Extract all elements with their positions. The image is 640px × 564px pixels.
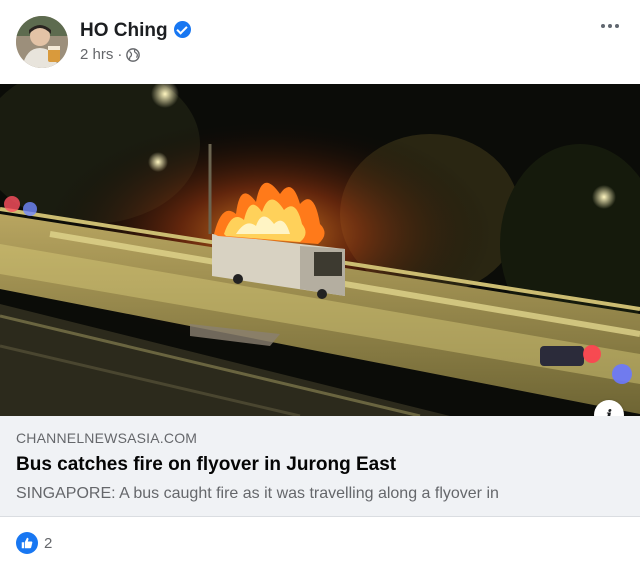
link-preview[interactable]: CHANNELNEWSASIA.COM Bus catches fire on … (0, 416, 640, 517)
link-title[interactable]: Bus catches fire on flyover in Jurong Ea… (16, 454, 396, 476)
more-dot (601, 24, 605, 28)
reaction-count[interactable]: 2 (44, 535, 52, 552)
link-domain: CHANNELNEWSASIA.COM (16, 430, 198, 446)
link-description: SINGAPORE: A bus caught fire as it was t… (16, 485, 499, 502)
globe-icon[interactable] (126, 47, 141, 62)
more-options-icon[interactable] (592, 16, 628, 36)
reactions-bar[interactable]: 2 (16, 532, 52, 554)
avatar-image (16, 16, 68, 68)
post-card: HO Ching 2 hrs · i CHANNELNEWSASIA.COM B… (0, 0, 640, 564)
author-avatar[interactable] (16, 16, 68, 68)
bus-fire-photo (0, 84, 640, 416)
post-image[interactable] (0, 84, 640, 416)
post-meta: 2 hrs · (80, 46, 141, 63)
meta-separator: · (117, 46, 123, 63)
like-icon (16, 532, 38, 554)
author-name[interactable]: HO Ching (80, 20, 191, 42)
thumbs-up-glyph (21, 537, 33, 549)
verified-badge-icon (173, 21, 191, 38)
more-dot (608, 24, 612, 28)
post-time[interactable]: 2 hrs (80, 46, 113, 63)
author-name-text[interactable]: HO Ching (80, 20, 168, 41)
more-dot (615, 24, 619, 28)
